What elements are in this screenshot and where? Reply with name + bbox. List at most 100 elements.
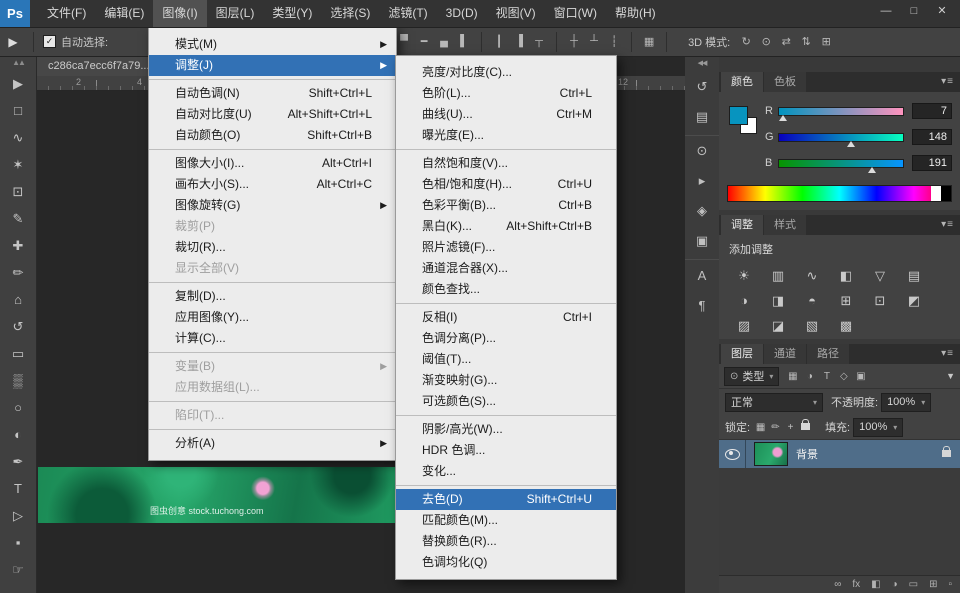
3d-scale-icon[interactable]: ⊞	[816, 35, 836, 48]
menu-file[interactable]: 文件(F)	[38, 0, 95, 27]
filter-type-dropdown[interactable]: ⊙ 类型 ▾	[724, 367, 779, 386]
menu-item-brightness-contrast[interactable]: 亮度/对比度(C)...	[396, 62, 616, 83]
adj-color-balance-icon[interactable]: ◑	[727, 288, 761, 313]
filter-smart-object-icon[interactable]: ▣	[852, 371, 869, 382]
tab-color[interactable]: 颜色	[721, 72, 763, 92]
menu-item-variations[interactable]: 变化...	[396, 461, 616, 482]
panel-menu-icon[interactable]: ▾≡	[941, 348, 954, 359]
restore-button[interactable]: □	[900, 0, 928, 22]
menu-item-hue-saturation[interactable]: 色相/饱和度(H)...Ctrl+U	[396, 174, 616, 195]
menu-item-color-lookup[interactable]: 颜色查找...	[396, 279, 616, 300]
blend-mode-dropdown[interactable]: 正常 ▾	[725, 393, 823, 412]
adj-black-white-icon[interactable]: ◨	[761, 288, 795, 313]
info-panel-icon[interactable]: ⊙	[685, 135, 719, 166]
red-channel-value[interactable]: 7	[912, 103, 952, 119]
filter-type-icon[interactable]: T	[818, 371, 835, 382]
menu-filter[interactable]: 滤镜(T)	[379, 0, 436, 27]
align-bottom-icon[interactable]: ▄	[434, 35, 454, 48]
healing-brush-tool[interactable]: ✚	[0, 232, 36, 259]
dock-collapse-icon[interactable]: ◀◀	[685, 56, 719, 72]
menu-edit[interactable]: 编辑(E)	[95, 0, 153, 27]
red-channel-slider[interactable]	[778, 107, 904, 116]
layer-thumbnail[interactable]	[754, 442, 788, 466]
foreground-color-swatch[interactable]	[729, 106, 748, 125]
history-panel-icon[interactable]: ↺	[685, 72, 719, 102]
panel-menu-icon[interactable]: ▾≡	[941, 76, 954, 87]
dodge-tool[interactable]: ◐	[0, 421, 36, 448]
ramp-black-swatch[interactable]	[941, 186, 951, 201]
menu-item-photo-filter[interactable]: 照片滤镜(F)...	[396, 237, 616, 258]
properties-panel-icon[interactable]: ▤	[685, 102, 719, 132]
adj-photo-filter-icon[interactable]: ◓	[795, 288, 829, 313]
new-layer-icon[interactable]: ⊞	[929, 579, 937, 590]
menu-3d[interactable]: 3D(D)	[437, 0, 487, 27]
paragraph-panel-icon[interactable]: ¶	[685, 290, 719, 320]
type-tool[interactable]: T	[0, 475, 36, 502]
menu-item-match-color[interactable]: 匹配颜色(M)...	[396, 510, 616, 531]
tab-layers[interactable]: 图层	[721, 344, 763, 364]
tab-swatches[interactable]: 色板	[764, 72, 806, 92]
menu-item-black-white[interactable]: 黑白(K)...Alt+Shift+Ctrl+B	[396, 216, 616, 237]
menu-item-desaturate[interactable]: 去色(D)Shift+Ctrl+U	[396, 489, 616, 510]
menu-item-hdr-toning[interactable]: HDR 色调...	[396, 440, 616, 461]
eraser-tool[interactable]: ▭	[0, 340, 36, 367]
distribute-hspace-icon[interactable]: ┆	[604, 35, 624, 48]
menu-item-analysis[interactable]: 分析(A)▶	[149, 433, 396, 454]
align-right-icon[interactable]: ▐	[509, 35, 529, 48]
3d-rotate-icon[interactable]: ↻	[736, 35, 756, 48]
menu-item-posterize[interactable]: 色调分离(P)...	[396, 328, 616, 349]
3d-drag-icon[interactable]: ⇄	[776, 35, 796, 48]
new-group-icon[interactable]: ▭	[909, 579, 918, 590]
blur-tool[interactable]: ○	[0, 394, 36, 421]
green-channel-slider[interactable]	[778, 133, 904, 142]
ramp-white-swatch[interactable]	[931, 186, 941, 201]
adj-gradient-map-icon[interactable]: ▧	[795, 313, 829, 338]
auto-align-icon[interactable]: ▦	[639, 35, 659, 48]
tab-adjustments[interactable]: 调整	[721, 215, 763, 235]
character-panel-icon[interactable]: A	[685, 259, 719, 290]
menu-item-image-rotation[interactable]: 图像旋转(G)▶	[149, 195, 396, 216]
align-left-icon[interactable]: ▌	[454, 35, 474, 48]
menu-item-duplicate[interactable]: 复制(D)...	[149, 286, 396, 307]
lock-pixels-icon[interactable]: ✏	[768, 422, 783, 433]
adj-hue-saturation-icon[interactable]: ▤	[897, 263, 931, 288]
blue-channel-value[interactable]: 191	[912, 155, 952, 171]
panel-menu-icon[interactable]: ▾≡	[941, 219, 954, 230]
menu-item-apply-image[interactable]: 应用图像(Y)...	[149, 307, 396, 328]
filter-toggle-icon[interactable]: ▼	[946, 371, 955, 381]
adj-threshold-icon[interactable]: ◪	[761, 313, 795, 338]
menu-item-image-size[interactable]: 图像大小(I)...Alt+Ctrl+I	[149, 153, 396, 174]
green-channel-value[interactable]: 148	[912, 129, 952, 145]
auto-select-checkbox[interactable]: ✓	[43, 35, 56, 48]
path-select-tool[interactable]: ▷	[0, 502, 36, 529]
distribute-bottom-icon[interactable]: ┴	[584, 35, 604, 48]
menu-type[interactable]: 类型(Y)	[263, 0, 321, 27]
menu-item-shadows-highlights[interactable]: 阴影/高光(W)...	[396, 419, 616, 440]
menu-item-calculations[interactable]: 计算(C)...	[149, 328, 396, 349]
tab-paths[interactable]: 路径	[807, 344, 849, 364]
adj-exposure-icon[interactable]: ◧	[829, 263, 863, 288]
adj-selective-color-icon[interactable]: ▩	[829, 313, 863, 338]
layer-style-icon[interactable]: fx	[852, 579, 860, 590]
menu-item-threshold[interactable]: 阈值(T)...	[396, 349, 616, 370]
adj-posterize-icon[interactable]: ▨	[727, 313, 761, 338]
lock-transparency-icon[interactable]: ▦	[753, 422, 768, 433]
menu-item-trim[interactable]: 裁切(R)...	[149, 237, 396, 258]
distribute-top-icon[interactable]: ┬	[529, 35, 549, 48]
move-tool[interactable]: ▶	[0, 70, 36, 97]
new-adjustment-icon[interactable]: ◑	[892, 579, 898, 590]
pen-tool[interactable]: ✒	[0, 448, 36, 475]
red-channel-slider-thumb[interactable]	[779, 115, 787, 121]
layer-visibility-toggle[interactable]	[719, 440, 746, 468]
align-hcenter-icon[interactable]: ┃	[489, 35, 509, 48]
menu-image[interactable]: 图像(I)	[153, 0, 206, 27]
align-top-icon[interactable]: ▀	[394, 35, 414, 48]
lock-position-icon[interactable]: +	[783, 422, 798, 433]
menu-item-exposure[interactable]: 曝光度(E)...	[396, 125, 616, 146]
color-swatches[interactable]	[729, 106, 757, 134]
toolbar-collapse-icon[interactable]: ▲▲	[0, 56, 36, 70]
close-button[interactable]: ✕	[928, 0, 956, 22]
3d-roll-icon[interactable]: ⊙	[756, 35, 776, 48]
menu-item-curves[interactable]: 曲线(U)...Ctrl+M	[396, 104, 616, 125]
lock-all-icon[interactable]	[798, 422, 813, 433]
